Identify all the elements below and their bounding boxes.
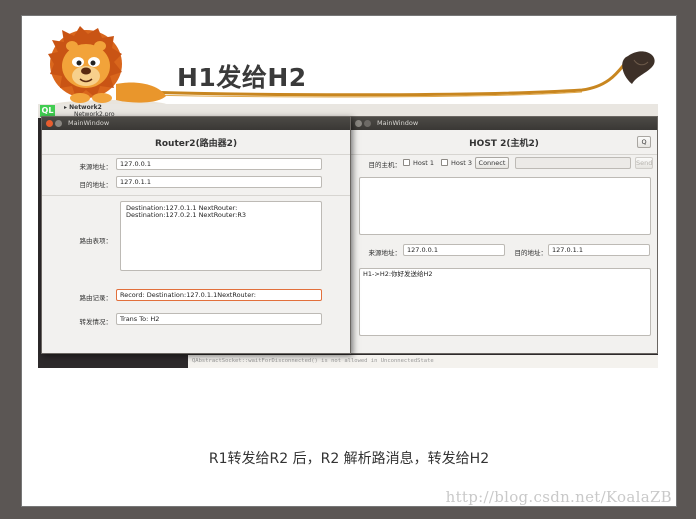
project-tree-item[interactable]: ▸ Network2 [64,104,115,111]
route-record-label: 路由记录： [79,294,113,302]
host1-checkbox[interactable] [403,159,410,166]
dest-address-field[interactable]: 127.0.1.1 [548,244,650,256]
slide: H1发给H2 QL ▸ Network2 Network2.pro QAbstr… [22,16,676,506]
host3-label: Host 3 [451,159,473,167]
source-address-label: 来源地址： [368,249,402,257]
route-table-label: 路由表项： [79,237,113,245]
close-icon[interactable] [46,120,53,127]
lion-mascot-icon [48,26,170,112]
connect-button[interactable]: Connect [475,157,509,169]
slide-caption: R1转发给R2 后，R2 解析路消息，转发给H2 [208,451,490,467]
host2-heading: HOST 2(主机2) [351,130,657,155]
target-host-label: 目的主机： [368,161,402,169]
divider [42,195,350,196]
minimize-icon[interactable] [364,120,371,127]
minimize-icon[interactable] [55,120,62,127]
forward-status-field[interactable]: Trans To: H2 [116,313,322,325]
route-record-field[interactable]: Record: Destination:127.0.1.1NextRouter: [116,289,322,301]
host2-titlebar[interactable]: MainWindow [351,117,657,130]
dest-address-field[interactable]: 127.0.1.1 [116,176,322,188]
source-address-field[interactable]: 127.0.0.1 [403,244,505,256]
message-input[interactable] [515,157,631,169]
router2-titlebar[interactable]: MainWindow [42,117,350,130]
router2-window: MainWindow Router2(路由器2) 来源地址： 127.0.0.1… [41,116,351,354]
dest-address-label: 目的地址： [514,249,548,257]
route-table-row: Destination:127.0.2.1 NextRouter:R3 [126,211,246,219]
received-text-area[interactable] [359,177,651,235]
host1-label: Host 1 [413,159,435,167]
console-output: QAbstractSocket::waitForDisconnected() i… [188,355,658,368]
router2-heading: Router2(路由器2) [42,130,350,155]
dest-address-label: 目的地址： [79,181,113,189]
send-button[interactable]: Send [635,157,653,169]
close-icon[interactable] [355,120,362,127]
host3-checkbox[interactable] [441,159,448,166]
window-title: MainWindow [68,119,110,127]
q-button[interactable]: Q [637,136,651,148]
source-address-field[interactable]: 127.0.0.1 [116,158,322,170]
window-title: MainWindow [377,119,419,127]
desktop-screenshot: QL ▸ Network2 Network2.pro QAbstractSock… [38,104,658,368]
host2-window: MainWindow HOST 2(主机2) Q 目的主机： Host 1 Ho… [350,116,658,354]
route-table-area[interactable]: Destination:127.0.1.1 NextRouter: Destin… [120,201,322,271]
forward-status-label: 转发情况： [79,318,113,326]
source-address-label: 来源地址： [79,163,113,171]
slide-title: H1发给H2 [177,63,307,92]
message-log[interactable]: H1->H2:你好发送给H2 [359,268,651,336]
watermark: http://blog.csdn.net/KoalaZB [445,488,672,506]
